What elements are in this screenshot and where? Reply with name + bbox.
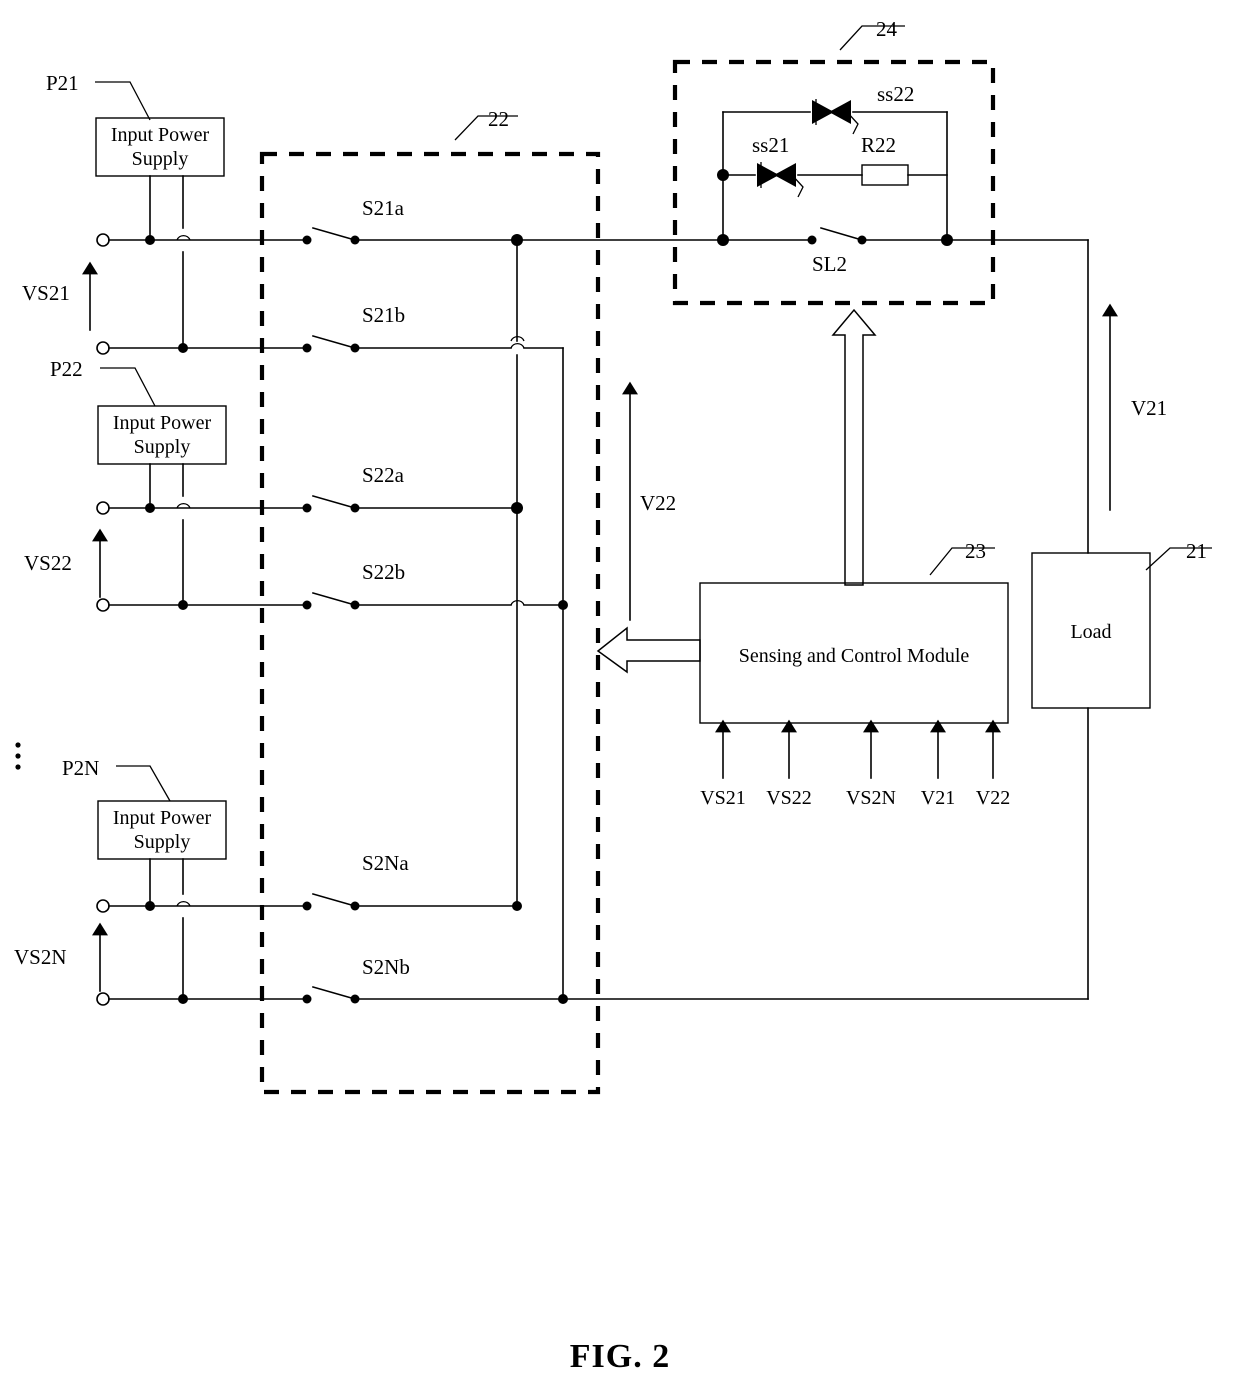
switch-s2nb-label: S2Nb — [362, 955, 410, 979]
switch-sl2-contact-left — [807, 235, 817, 245]
power-supply-p22-group: P22 Input Power Supply VS22 — [24, 357, 227, 610]
v21-label: V21 — [1131, 396, 1167, 420]
load-ref: 21 — [1186, 539, 1207, 563]
output-wire-right — [946, 239, 1089, 554]
junction-dot — [717, 169, 729, 181]
control-module-23-label: Sensing and Control Module — [739, 645, 970, 667]
resistor-r22-label: R22 — [861, 133, 896, 157]
bus-a-node-mid — [511, 502, 523, 514]
terminal-vs22-negative — [96, 598, 110, 612]
junction-dot — [302, 901, 312, 911]
switch-s21b-label: S21b — [362, 303, 405, 327]
triac-ss22-label: ss22 — [877, 82, 914, 106]
load-label: Load — [1070, 621, 1111, 643]
power-supply-p21-label-line1: Input Power — [111, 124, 210, 146]
triac-ss21-label: ss21 — [752, 133, 789, 157]
control-input-label-v22: V22 — [976, 787, 1010, 809]
v22-measurement: V22 — [622, 381, 676, 621]
terminal-vs2n-negative — [96, 992, 110, 1006]
triac-ss22: ss22 — [812, 82, 914, 135]
bus-b — [558, 347, 568, 1004]
control-module-23-ref: 23 — [965, 539, 986, 563]
return-wire — [562, 707, 1089, 1000]
v21-measurement: V21 — [1102, 303, 1167, 511]
switch-module-22: 22 — [259, 107, 601, 1095]
terminal-vs21-positive — [96, 233, 110, 247]
control-module-inputs: VS21 VS22 VS2N V21 V22 — [700, 719, 1010, 809]
power-supply-p22-label-line1: Input Power — [113, 412, 212, 434]
triac-ss21: ss21 — [752, 133, 804, 198]
junction-dot — [302, 503, 312, 513]
power-supply-p2n-group: P2N Input Power Supply VS2N — [14, 756, 227, 1004]
switch-sl2-label: SL2 — [812, 252, 847, 276]
surge-module-24-ref: 24 — [876, 17, 898, 41]
bus-b-node-mid — [558, 600, 568, 610]
power-supply-p2n-label-line1: Input Power — [113, 807, 212, 829]
control-input-label-vs2n: VS2N — [846, 787, 896, 809]
input-terminals — [96, 233, 110, 1006]
junction-dot — [302, 343, 312, 353]
bus-a-node-bottom — [512, 901, 522, 911]
power-supply-p2n-label-line2: Supply — [134, 831, 191, 853]
terminal-vs2n-positive — [96, 899, 110, 913]
switch-s22a-label: S22a — [362, 463, 405, 487]
control-input-label-vs22: VS22 — [766, 787, 812, 809]
power-supply-p21-ref: P21 — [46, 71, 79, 95]
terminal-vs22-positive — [96, 501, 110, 515]
switch-s2na-label: S2Na — [362, 851, 409, 875]
junction-dot — [717, 234, 729, 246]
switch-s22b[interactable]: S22b — [312, 560, 564, 610]
power-supply-p22-ref: P22 — [50, 357, 83, 381]
switch-s21a-label: S21a — [362, 196, 405, 220]
junction-dot — [302, 600, 312, 610]
switch-s21a[interactable]: S21a — [312, 196, 518, 245]
power-supply-p21-group: P21 Input Power Supply VS21 — [22, 71, 225, 353]
control-signal-arrow-up — [831, 308, 877, 586]
vs22-label: VS22 — [24, 551, 72, 575]
switch-module-22-ref: 22 — [488, 107, 509, 131]
control-input-label-v21: V21 — [921, 787, 955, 809]
switch-sl2[interactable]: SL2 — [722, 227, 948, 276]
switch-s21b[interactable]: S21b — [312, 303, 564, 353]
control-signal-arrow-left — [596, 626, 701, 674]
switch-s22b-label: S22b — [362, 560, 405, 584]
input-rails — [108, 235, 312, 1004]
continuation-ellipsis — [15, 742, 21, 770]
resistor-r22 — [861, 164, 909, 186]
control-input-label-vs21: VS21 — [700, 787, 746, 809]
power-supply-p21-label-line2: Supply — [132, 148, 189, 170]
vs2n-label: VS2N — [14, 945, 67, 969]
patent-figure: P21 Input Power Supply VS21 P22 Input Po… — [0, 0, 1240, 1381]
vs21-label: VS21 — [22, 281, 70, 305]
terminal-vs21-negative — [96, 341, 110, 355]
power-supply-p22-label-line2: Supply — [134, 436, 191, 458]
bus-a — [510, 234, 525, 911]
load-block: Load 21 — [1031, 539, 1212, 709]
figure-caption: FIG. 2 — [570, 1338, 670, 1375]
v22-label: V22 — [640, 491, 676, 515]
switch-s22a[interactable]: S22a — [312, 463, 518, 513]
junction-dot — [302, 994, 312, 1004]
surge-module-24: 24 ss22 ss21 R22 SL2 — [672, 17, 996, 306]
switch-s2na[interactable]: S2Na — [312, 851, 518, 911]
switch-s2nb[interactable]: S2Nb — [312, 955, 564, 1004]
switch-module-22-boundary — [259, 151, 601, 1095]
junction-dot — [302, 235, 312, 245]
power-supply-p2n-ref: P2N — [62, 756, 99, 780]
